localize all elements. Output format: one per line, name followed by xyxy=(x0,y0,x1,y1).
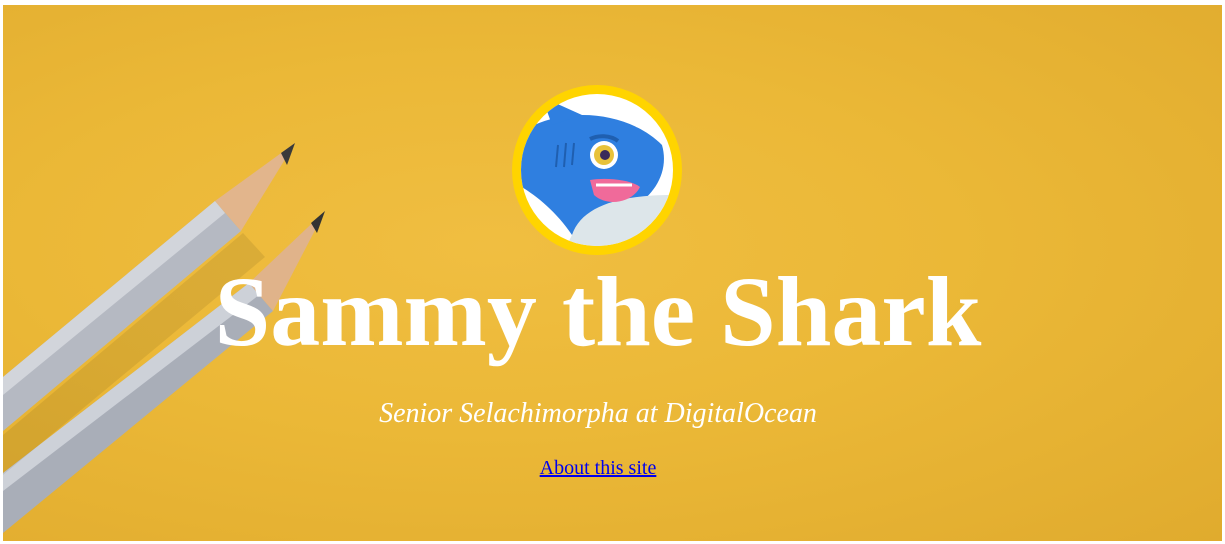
hero-background: Sammy the Shark Senior Selachimorpha at … xyxy=(3,5,1222,541)
about-link-container: About this site xyxy=(3,457,1193,480)
shark-avatar-icon xyxy=(512,85,682,255)
about-link[interactable]: About this site xyxy=(540,457,657,479)
page-subtitle: Senior Selachimorpha at DigitalOcean xyxy=(379,398,817,429)
page-title: Sammy the Shark xyxy=(214,256,982,367)
